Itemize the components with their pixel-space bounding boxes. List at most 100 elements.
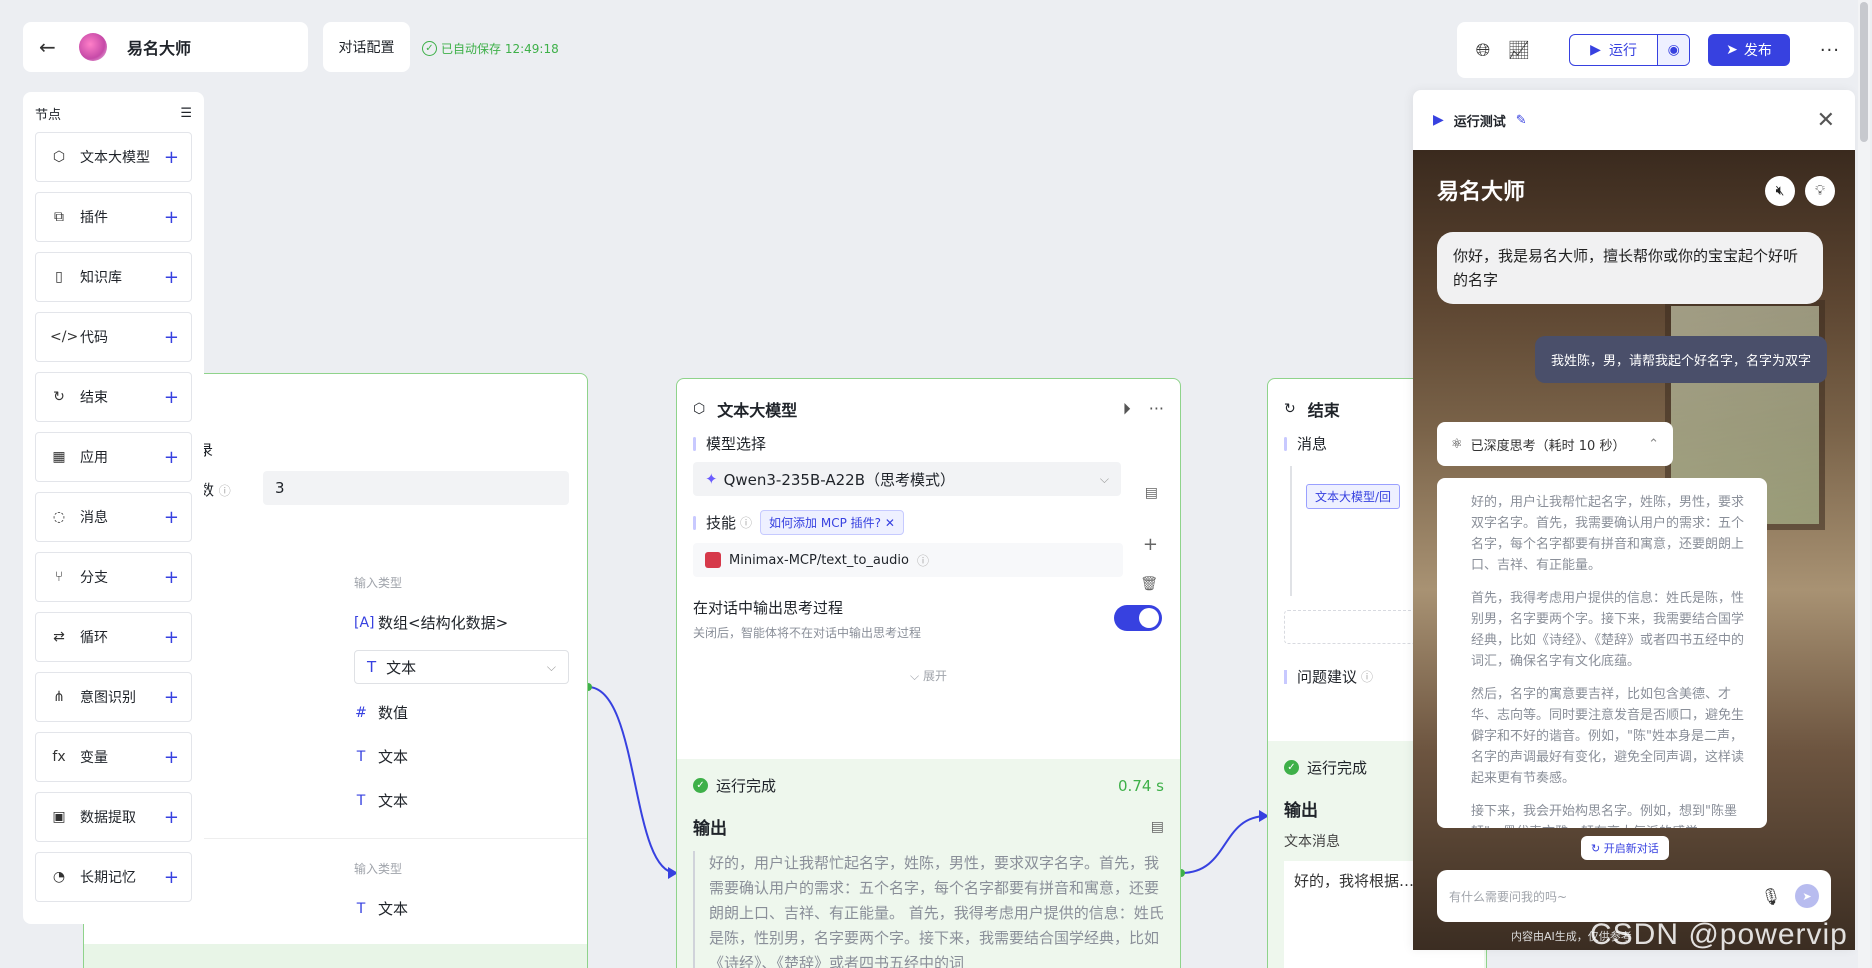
preview-eye-icon[interactable]: ◉ xyxy=(1657,35,1690,65)
bulb-icon[interactable]: 💡︎ xyxy=(1805,176,1835,206)
node-item[interactable]: </> 代码 + xyxy=(35,312,192,362)
chevron-up-icon: ⌃ xyxy=(1648,436,1659,452)
run-button[interactable]: ▶ 运行 xyxy=(1570,35,1658,65)
llm-node-header: ⬡ 文本大模型 ⏵ ··· xyxy=(677,379,1180,423)
model-select[interactable]: ✦ Qwen3-235B-A22B（思考模式） ⌵ xyxy=(693,462,1121,496)
thinking-icon: ⚛ xyxy=(1451,436,1463,452)
globe-icon[interactable]: 🌐︎ xyxy=(1471,38,1495,62)
autosave-status: ✓ 已自动保存 12:49:18 xyxy=(422,40,559,57)
autosave-text: 已自动保存 12:49:18 xyxy=(441,42,559,56)
info-icon: ⓘ xyxy=(218,484,231,498)
variable-tag[interactable]: 文本大模型/回 xyxy=(1306,484,1401,509)
add-icon[interactable]: + xyxy=(164,387,179,408)
more-icon[interactable]: ··· xyxy=(1149,399,1164,419)
node-item[interactable]: ⋔ 意图识别 + xyxy=(35,672,192,722)
cube-icon: ⬡ xyxy=(52,149,66,165)
fx-icon: fx xyxy=(52,749,66,765)
publish-button[interactable]: ➤ 发布 xyxy=(1708,34,1790,66)
play-circle-icon[interactable]: ⏵ xyxy=(1123,399,1131,419)
node-item[interactable]: ▦ 应用 + xyxy=(35,432,192,482)
add-icon[interactable]: + xyxy=(164,207,179,228)
deep-thinking-chip[interactable]: ⚛ 已深度思考（耗时 10 秒） ⌃ xyxy=(1437,422,1673,466)
add-icon[interactable]: + xyxy=(164,807,179,828)
run-panel-title: 运行测试 xyxy=(1453,114,1506,130)
add-icon[interactable]: + xyxy=(164,747,179,768)
type-row-array: [A] 数组<结构化数据> xyxy=(354,614,509,632)
mcp-help-tag[interactable]: 如何添加 MCP 插件? ✕ xyxy=(760,510,904,535)
node-item[interactable]: ▯ 知识库 + xyxy=(35,252,192,302)
dialog-config-button[interactable]: 对话配置 xyxy=(323,22,410,72)
run-time: 0.74 s xyxy=(1118,776,1164,795)
send-icon[interactable]: ➤ xyxy=(1795,884,1819,908)
llm-node[interactable]: ⬡ 文本大模型 ⏵ ··· 模型选择 ✦ Qwen3-235B-A22B（思考模式… xyxy=(676,378,1181,968)
llm-run-result: ✓ 运行完成 0.74 s 输出 ▤ 好的，用户让我帮忙起名字，姓陈，男性，要求双… xyxy=(677,759,1180,968)
end-icon: ↻ xyxy=(1284,401,1296,417)
rounds-input[interactable]: 3 xyxy=(263,471,569,505)
scrollbar[interactable] xyxy=(1858,0,1870,968)
type-head: 输入类型 xyxy=(354,862,403,876)
start-node-status-bar xyxy=(84,944,587,968)
add-icon[interactable]: + xyxy=(164,267,179,288)
cube-icon: ⬡ xyxy=(693,401,706,417)
info-icon: ⓘ xyxy=(916,553,929,568)
node-item[interactable]: ⬡ 文本大模型 + xyxy=(35,132,192,182)
chat-title: 易名大师 xyxy=(1437,180,1526,205)
add-icon[interactable]: + xyxy=(164,687,179,708)
toolbar: 🌐︎ 📈︎ ▶ 运行 ◉ ➤ 发布 ··· xyxy=(1457,22,1854,78)
chart-icon[interactable]: 📈︎ xyxy=(1507,38,1531,62)
add-icon[interactable]: + xyxy=(164,147,179,168)
expand-link[interactable]: ⌵ 展开 xyxy=(677,667,1180,684)
node-item-label: 结束 xyxy=(80,390,108,406)
add-icon[interactable]: + xyxy=(164,507,179,528)
text-type-icon: T xyxy=(356,748,366,765)
collapse-list-icon[interactable]: ☰ xyxy=(180,106,192,121)
plugin-item[interactable]: Minimax-MCP/text_to_audio ⓘ xyxy=(693,543,1123,577)
node-item[interactable]: ◔ 长期记忆 + xyxy=(35,852,192,902)
llm-node-title: 文本大模型 xyxy=(717,401,798,420)
copy-icon[interactable]: ▤ xyxy=(1151,819,1164,835)
chevron-down-icon: ⌵ xyxy=(546,659,556,674)
node-item[interactable]: ◌ 消息 + xyxy=(35,492,192,542)
type-select[interactable]: T 文本 ⌵ xyxy=(354,650,569,684)
more-icon[interactable]: ··· xyxy=(1820,40,1840,61)
node-item-label: 数据提取 xyxy=(80,810,136,826)
thinking-toggle[interactable] xyxy=(1114,605,1162,631)
thinking-paragraph: 首先，我得考虑用户提供的信息：姓氏是陈，性别男，名字要两个字。接下来，我需要结合… xyxy=(1471,591,1745,669)
add-icon[interactable]: + xyxy=(164,327,179,348)
node-item[interactable]: ⧉ 插件 + xyxy=(35,192,192,242)
close-icon[interactable]: ✕ xyxy=(1817,108,1835,133)
extract-icon: ▣ xyxy=(52,809,66,825)
end-icon: ↻ xyxy=(53,389,65,405)
app-header: ← 易名大师 xyxy=(23,22,308,72)
play-icon: ▶ xyxy=(1433,112,1444,128)
node-item-label: 知识库 xyxy=(80,270,122,286)
memory-icon: ◔ xyxy=(52,869,66,885)
node-item[interactable]: fx 变量 + xyxy=(35,732,192,782)
book-icon: ▯ xyxy=(55,269,63,285)
chat-input[interactable]: 有什么需要问我的吗~ 🎙︎ ➤ xyxy=(1437,870,1831,922)
chat-input-placeholder: 有什么需要问我的吗~ xyxy=(1449,889,1568,904)
edit-icon[interactable]: ✎ xyxy=(1516,113,1527,128)
back-arrow-icon[interactable]: ← xyxy=(39,35,63,59)
node-item[interactable]: ▣ 数据提取 + xyxy=(35,792,192,842)
add-icon[interactable]: + xyxy=(164,567,179,588)
add-icon[interactable]: + xyxy=(164,447,179,468)
node-item-label: 插件 xyxy=(80,210,108,226)
type-row-text: T 文本 xyxy=(354,898,408,919)
new-chat-button[interactable]: ↻ 开启新对话 xyxy=(1581,836,1669,860)
puzzle-icon: ⧉ xyxy=(54,209,64,225)
node-item[interactable]: ↻ 结束 + xyxy=(35,372,192,422)
add-icon[interactable]: + xyxy=(164,627,179,648)
add-skill-icon[interactable]: + xyxy=(1143,534,1158,555)
node-item[interactable]: ⇄ 循环 + xyxy=(35,612,192,662)
node-item[interactable]: ⑂ 分支 + xyxy=(35,552,192,602)
chat-controls: 🔇︎ 💡︎ xyxy=(1765,176,1835,206)
scrollbar-thumb[interactable] xyxy=(1860,2,1868,142)
node-item-label: 意图识别 xyxy=(80,690,136,706)
mute-icon[interactable]: 🔇︎ xyxy=(1765,176,1795,206)
model-settings-icon[interactable]: ▤ xyxy=(1145,485,1158,501)
add-icon[interactable]: + xyxy=(164,867,179,888)
mic-icon[interactable]: 🎙︎ xyxy=(1761,887,1781,906)
skill-label: 技能 xyxy=(677,512,736,533)
loop-icon: ⇄ xyxy=(53,629,65,645)
